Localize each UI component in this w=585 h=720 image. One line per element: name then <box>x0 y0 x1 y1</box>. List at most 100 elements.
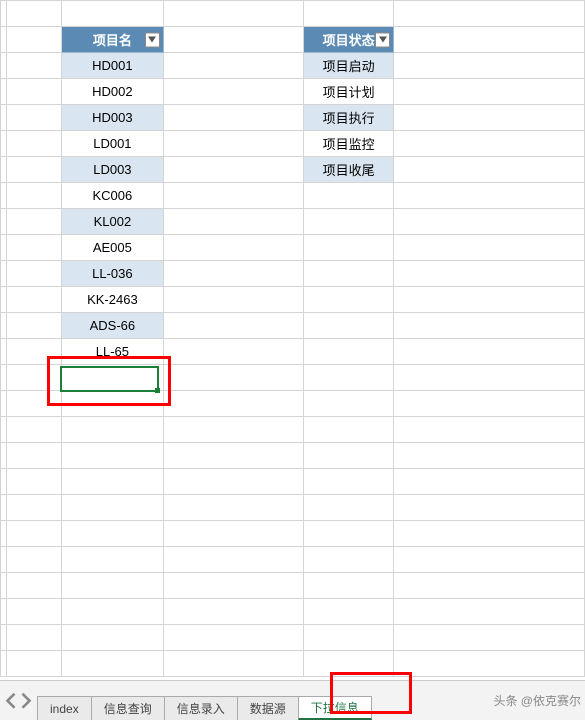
cell[interactable] <box>304 521 394 547</box>
project-name-cell[interactable]: LD001 <box>62 131 163 157</box>
cell[interactable] <box>394 339 585 365</box>
cell[interactable] <box>304 573 394 599</box>
cell[interactable] <box>394 443 585 469</box>
cell[interactable] <box>304 391 394 417</box>
cell[interactable] <box>163 521 303 547</box>
cell[interactable] <box>7 599 62 625</box>
cell[interactable] <box>304 417 394 443</box>
cell[interactable] <box>163 365 303 391</box>
active-cell[interactable] <box>60 366 159 392</box>
cell[interactable] <box>62 651 163 677</box>
cell[interactable] <box>163 339 303 365</box>
filter-dropdown-icon[interactable] <box>375 32 390 47</box>
cell[interactable] <box>163 287 303 313</box>
cell[interactable] <box>304 547 394 573</box>
cell[interactable] <box>163 443 303 469</box>
cell[interactable] <box>394 599 585 625</box>
cell[interactable] <box>394 53 585 79</box>
project-name-cell[interactable]: KK-2463 <box>62 287 163 313</box>
cell[interactable] <box>304 443 394 469</box>
project-name-cell[interactable]: HD003 <box>62 105 163 131</box>
cell[interactable] <box>7 235 62 261</box>
cell[interactable] <box>394 625 585 651</box>
project-name-cell[interactable]: KL002 <box>62 209 163 235</box>
cell[interactable] <box>62 573 163 599</box>
cell[interactable] <box>394 651 585 677</box>
cell[interactable] <box>163 105 303 131</box>
project-name-cell[interactable]: HD001 <box>62 53 163 79</box>
cell[interactable] <box>163 547 303 573</box>
project-name-cell[interactable]: AE005 <box>62 235 163 261</box>
sheet-tab-index[interactable]: index <box>37 696 92 720</box>
cell[interactable] <box>163 573 303 599</box>
cell[interactable] <box>394 391 585 417</box>
cell[interactable] <box>7 183 62 209</box>
cell[interactable] <box>394 495 585 521</box>
cell[interactable] <box>394 313 585 339</box>
project-name-cell[interactable]: LD003 <box>62 157 163 183</box>
cell[interactable] <box>304 261 394 287</box>
project-name-cell[interactable]: HD002 <box>62 79 163 105</box>
cell[interactable] <box>394 521 585 547</box>
cell[interactable] <box>394 131 585 157</box>
cell[interactable] <box>394 183 585 209</box>
cell[interactable] <box>394 365 585 391</box>
nav-next-icon[interactable] <box>19 691 33 711</box>
cell[interactable] <box>394 105 585 131</box>
header-project-status[interactable]: 项目状态 <box>304 27 394 53</box>
cell[interactable] <box>7 495 62 521</box>
cell[interactable] <box>7 625 62 651</box>
cell[interactable] <box>163 157 303 183</box>
cell[interactable] <box>62 1 163 27</box>
cell[interactable] <box>163 313 303 339</box>
project-name-cell[interactable]: LL-65 <box>62 339 163 365</box>
cell[interactable] <box>394 547 585 573</box>
cell[interactable] <box>7 287 62 313</box>
cell[interactable] <box>62 547 163 573</box>
cell[interactable] <box>304 599 394 625</box>
cell[interactable] <box>163 651 303 677</box>
cell[interactable] <box>394 27 585 53</box>
cell[interactable] <box>7 651 62 677</box>
sheet-tab-query[interactable]: 信息查询 <box>91 696 165 720</box>
cell[interactable] <box>62 443 163 469</box>
cell[interactable] <box>7 313 62 339</box>
cell[interactable] <box>304 1 394 27</box>
cell[interactable] <box>7 339 62 365</box>
cell[interactable] <box>62 469 163 495</box>
cell[interactable] <box>304 469 394 495</box>
project-name-cell[interactable]: KC006 <box>62 183 163 209</box>
project-status-cell[interactable]: 项目计划 <box>304 79 394 105</box>
cell[interactable] <box>7 443 62 469</box>
cell[interactable] <box>62 495 163 521</box>
cell[interactable] <box>7 27 62 53</box>
cell[interactable] <box>7 157 62 183</box>
sheet-tab-entry[interactable]: 信息录入 <box>164 696 238 720</box>
cell[interactable] <box>304 313 394 339</box>
cell[interactable] <box>7 53 62 79</box>
cell[interactable] <box>394 209 585 235</box>
cell[interactable] <box>163 53 303 79</box>
cell[interactable] <box>62 521 163 547</box>
cell[interactable] <box>394 287 585 313</box>
project-status-cell[interactable]: 项目执行 <box>304 105 394 131</box>
cell[interactable] <box>163 235 303 261</box>
cell[interactable] <box>163 469 303 495</box>
cell[interactable] <box>304 339 394 365</box>
cell[interactable] <box>304 495 394 521</box>
cell[interactable] <box>304 183 394 209</box>
cell[interactable] <box>163 625 303 651</box>
cell[interactable] <box>394 417 585 443</box>
cell[interactable] <box>62 417 163 443</box>
project-name-cell[interactable]: ADS-66 <box>62 313 163 339</box>
cell[interactable] <box>7 417 62 443</box>
cell[interactable] <box>394 469 585 495</box>
cell[interactable] <box>163 209 303 235</box>
header-project-name[interactable]: 项目名 <box>62 27 163 53</box>
cell[interactable] <box>394 157 585 183</box>
cell[interactable] <box>163 261 303 287</box>
cell[interactable] <box>394 79 585 105</box>
project-name-cell[interactable]: LL-036 <box>62 261 163 287</box>
cell[interactable] <box>62 625 163 651</box>
cell[interactable] <box>163 79 303 105</box>
